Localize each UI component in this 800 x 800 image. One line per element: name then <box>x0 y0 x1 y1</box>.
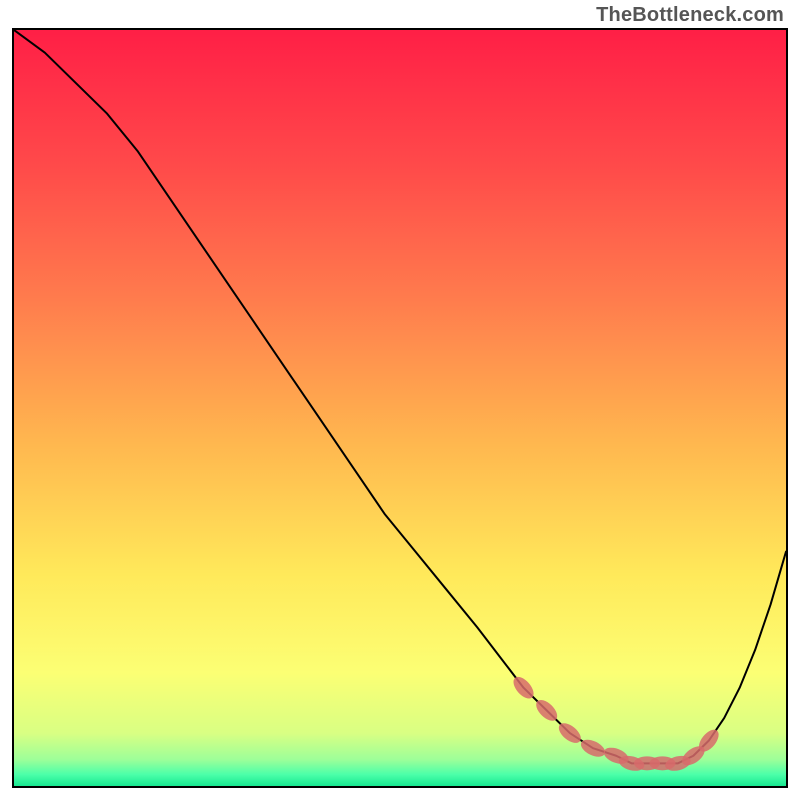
watermark-text: TheBottleneck.com <box>596 4 784 27</box>
gradient-background <box>14 30 786 786</box>
plot-frame <box>12 28 788 788</box>
chart-container: TheBottleneck.com <box>0 0 800 800</box>
bottleneck-chart <box>14 30 786 786</box>
